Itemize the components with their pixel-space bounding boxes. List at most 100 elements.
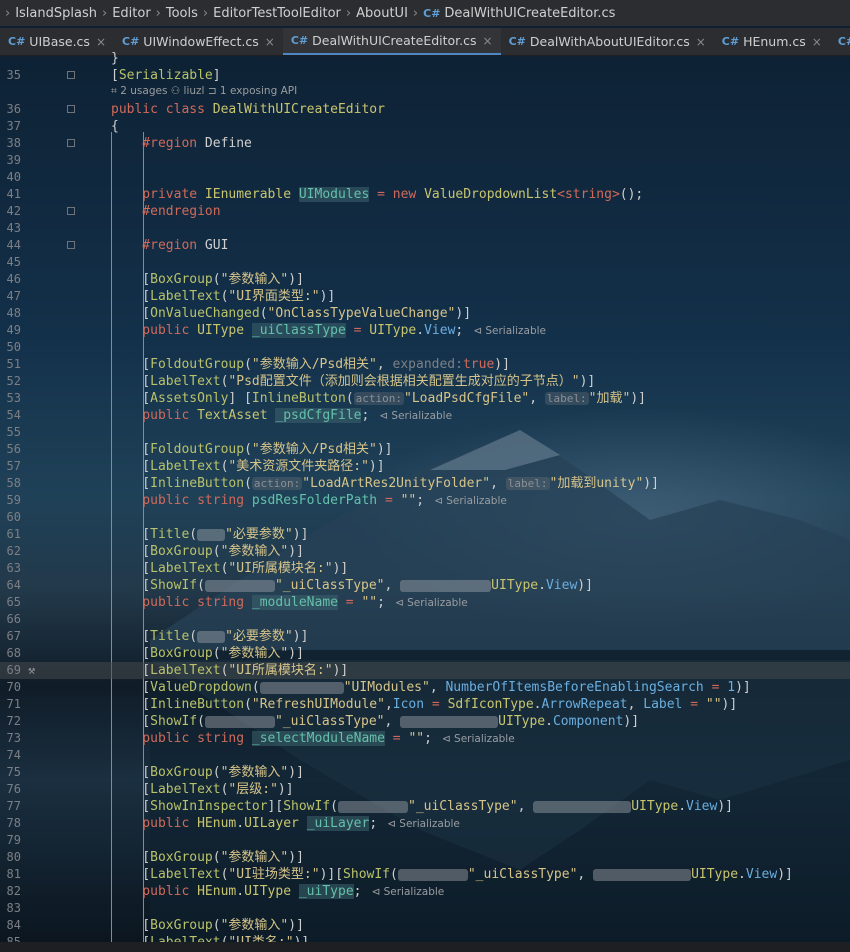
code-line[interactable]: 43 xyxy=(0,220,850,237)
code-line[interactable]: } xyxy=(0,50,850,67)
breadcrumb-item[interactable]: AboutUI xyxy=(356,6,408,21)
code-token: = new xyxy=(369,187,425,202)
code-token: public string xyxy=(111,595,252,610)
horizontal-scrollbar[interactable] xyxy=(0,942,850,952)
breadcrumb-item[interactable]: C# DealWithUICreateEditor.cs xyxy=(423,6,615,21)
code-line[interactable]: 45 xyxy=(0,254,850,271)
code-line[interactable]: 44 #region GUI xyxy=(0,237,850,254)
fold-marker-icon[interactable] xyxy=(67,139,75,147)
close-icon[interactable]: × xyxy=(265,35,275,49)
fold-marker-icon[interactable] xyxy=(67,241,75,249)
code-line[interactable]: 84 [BoxGroup("参数输入")] xyxy=(0,917,850,934)
code-line[interactable]: 61 [Title("必要参数")] xyxy=(0,526,850,543)
line-number: 36 xyxy=(6,102,21,116)
code-line[interactable]: 80 [BoxGroup("参数输入")] xyxy=(0,849,850,866)
usages-hint[interactable]: ⌗ 2 usages xyxy=(111,85,167,97)
code-line[interactable]: 60 xyxy=(0,509,850,526)
code-line[interactable]: 68 [BoxGroup("参数输入")] xyxy=(0,645,850,662)
fold-marker-icon[interactable] xyxy=(67,207,75,215)
code-token: "OnClassTypeValueChange" xyxy=(267,306,456,321)
breadcrumb-item[interactable]: EditorTestToolEditor xyxy=(213,6,341,21)
code-line[interactable]: 51 [FoldoutGroup("参数输入/Psd相关", expanded:… xyxy=(0,356,850,373)
code-line[interactable]: 75 [BoxGroup("参数输入")] xyxy=(0,764,850,781)
code-line[interactable]: 49 public UIType _uiClassType = UIType.V… xyxy=(0,322,850,339)
code-line[interactable]: 69 ⚒ [LabelText("UI所属模块名:")] xyxy=(0,662,850,679)
code-line[interactable]: 59 public string psdResFolderPath = ""; ⊲… xyxy=(0,492,850,509)
code-token: LabelText xyxy=(150,374,221,389)
code-token: "_uiClassType" xyxy=(408,799,518,814)
code-token: "LoadArtRes2UnityFolder" xyxy=(302,476,491,491)
code-line[interactable]: 76 [LabelText("层级:")] xyxy=(0,781,850,798)
breadcrumb-item[interactable]: Tools xyxy=(166,6,198,21)
code-line[interactable]: 53 [AssetsOnly] [InlineButton(action: "Lo… xyxy=(0,390,850,407)
author-hint[interactable]: ⚇ liuzl xyxy=(167,85,205,97)
code-line[interactable]: 74 xyxy=(0,747,850,764)
code-token: ( xyxy=(212,272,221,287)
code-line[interactable]: 79 xyxy=(0,832,850,849)
code-token: [ xyxy=(111,578,151,593)
code-line[interactable]: 62 [BoxGroup("参数输入")] xyxy=(0,543,850,560)
code-line[interactable]: 38 #region Define xyxy=(0,135,850,152)
fold-marker-icon[interactable] xyxy=(67,71,75,79)
code-line[interactable]: 37 { xyxy=(0,118,850,135)
code-line[interactable]: 65 public string _moduleName = ""; ⊲ Seri… xyxy=(0,594,850,611)
code-token: ] xyxy=(212,68,221,83)
code-line[interactable]: 66 xyxy=(0,611,850,628)
code-line[interactable]: 46 [BoxGroup("参数输入")] xyxy=(0,271,850,288)
code-line[interactable]: 70 [ValueDropdown("UIModules", NumberOfI… xyxy=(0,679,850,696)
code-editor[interactable]: } 35 [Serializable] ⌗ 2 usages ⚇ liuzl ⊐ 1 … xyxy=(0,50,850,952)
fold-marker-icon[interactable] xyxy=(67,105,75,113)
code-line[interactable]: 47 [LabelText("UI界面类型:")] xyxy=(0,288,850,305)
code-line[interactable]: 41 private IEnumerable UIModules = new V… xyxy=(0,186,850,203)
code-line[interactable]: 50 xyxy=(0,339,850,356)
code-line[interactable]: 77 [ShowInInspector][ShowIf("_uiClassTyp… xyxy=(0,798,850,815)
code-token: . xyxy=(416,323,425,338)
hammer-icon[interactable]: ⚒ xyxy=(28,662,35,679)
code-line[interactable]: 58 [InlineButton(action: "LoadArtRes2Unit… xyxy=(0,475,850,492)
code-line[interactable]: 57 [LabelText("美术资源文件夹路径:")] xyxy=(0,458,850,475)
code-line[interactable]: 48 [OnValueChanged("OnClassTypeValueChan… xyxy=(0,305,850,322)
blurred-parameter-hint xyxy=(338,800,408,813)
code-line[interactable]: 40 xyxy=(0,169,850,186)
csharp-file-icon: C# xyxy=(290,34,309,47)
close-icon[interactable]: × xyxy=(812,35,822,49)
exposing-api-hint[interactable]: ⊐ 1 exposing API xyxy=(204,85,297,97)
code-line[interactable]: 54 public TextAsset _psdCfgFile; ⊲ Serial… xyxy=(0,407,850,424)
code-token: ; xyxy=(353,884,362,899)
code-line[interactable]: 82 public HEnum.UIType _uiType; ⊲ Seriali… xyxy=(0,883,850,900)
code-line[interactable]: 78 public HEnum.UILayer _uiLayer; ⊲ Seria… xyxy=(0,815,850,832)
code-line[interactable]: 64 [ShowIf("_uiClassType", UIType.View)] xyxy=(0,577,850,594)
code-line[interactable]: 67 [Title("必要参数")] xyxy=(0,628,850,645)
code-line[interactable]: 35 [Serializable] xyxy=(0,67,850,84)
code-token: ( xyxy=(189,629,198,644)
code-line[interactable]: 56 [FoldoutGroup("参数输入/Psd相关")] xyxy=(0,441,850,458)
code-line[interactable]: 81 [LabelText("UI驻场类型:")][ShowIf("_uiCla… xyxy=(0,866,850,883)
code-line[interactable]: 71 [InlineButton("RefreshUIModule",Icon … xyxy=(0,696,850,713)
close-icon[interactable]: × xyxy=(96,35,106,49)
code-token: action: xyxy=(251,477,303,490)
code-token: )] xyxy=(319,289,336,304)
code-token: = xyxy=(682,697,706,712)
code-line[interactable]: 63 [LabelText("UI所属模块名:")] xyxy=(0,560,850,577)
code-token: true xyxy=(462,357,495,372)
code-token: #region xyxy=(111,136,205,151)
breadcrumb-item[interactable]: Editor xyxy=(112,6,150,21)
code-token: )] xyxy=(494,357,510,372)
code-text: [LabelText("UI所属模块名:")] xyxy=(111,662,348,679)
close-icon[interactable]: × xyxy=(696,35,706,49)
code-token: , xyxy=(529,391,545,406)
code-token: [ xyxy=(111,68,119,83)
close-icon[interactable]: × xyxy=(483,34,493,48)
code-token: ( xyxy=(189,527,198,542)
breadcrumb-item[interactable]: IslandSplash xyxy=(15,6,97,21)
code-line[interactable]: 36 public class DealWithUICreateEditor xyxy=(0,101,850,118)
code-token: )] xyxy=(288,918,304,933)
code-line[interactable]: 42 #endregion xyxy=(0,203,850,220)
code-line[interactable]: 72 [ShowIf("_uiClassType", UIType.Compon… xyxy=(0,713,850,730)
code-line[interactable]: 55 xyxy=(0,424,850,441)
code-line[interactable]: 52 [LabelText("Psd配置文件（添加则会根据相关配置生成对应的子节… xyxy=(0,373,850,390)
code-line[interactable]: 39 xyxy=(0,152,850,169)
code-line[interactable]: 73 public string _selectModuleName = "";… xyxy=(0,730,850,747)
code-line[interactable]: 83 xyxy=(0,900,850,917)
line-number: 54 xyxy=(6,408,21,422)
